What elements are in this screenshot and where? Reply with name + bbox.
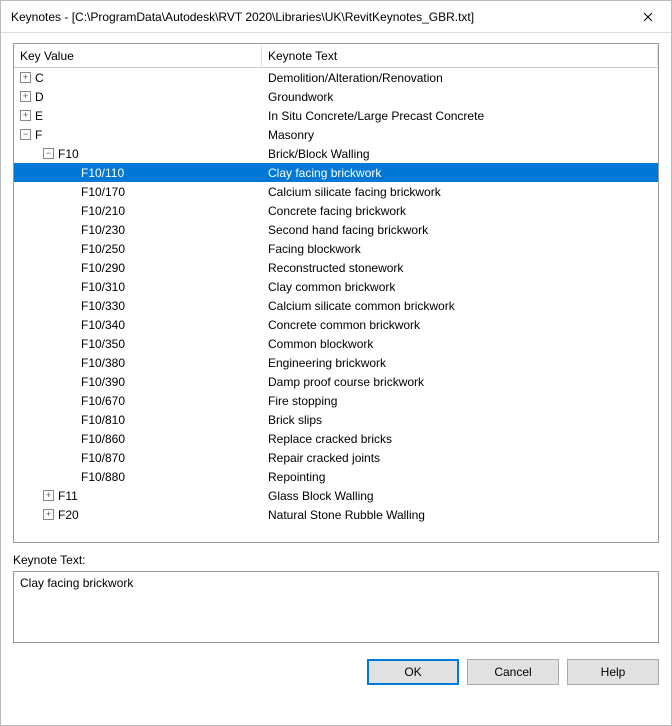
tree-key: D <box>35 90 44 104</box>
tree-row[interactable]: + F11 Glass Block Walling <box>14 486 658 505</box>
tree-key: F10/350 <box>81 337 125 351</box>
tree-text: Concrete common brickwork <box>262 318 658 332</box>
tree-row[interactable]: F10/210 Concrete facing brickwork <box>14 201 658 220</box>
tree-key: F10/170 <box>81 185 125 199</box>
tree-text: Engineering brickwork <box>262 356 658 370</box>
tree-row[interactable]: F10/350 Common blockwork <box>14 334 658 353</box>
tree-text: Demolition/Alteration/Renovation <box>262 71 658 85</box>
tree-body[interactable]: + C Demolition/Alteration/Renovation + D Grou… <box>14 68 658 542</box>
close-icon <box>643 12 653 22</box>
tree-key: F10/110 <box>81 166 124 180</box>
tree-key: F <box>35 128 42 142</box>
tree-row[interactable]: F10/880 Repointing <box>14 467 658 486</box>
tree-text: Clay facing brickwork <box>262 166 658 180</box>
expand-icon[interactable]: + <box>43 490 54 501</box>
tree-text: Glass Block Walling <box>262 489 658 503</box>
tree-text: Natural Stone Rubble Walling <box>262 508 658 522</box>
column-header-key[interactable]: Key Value <box>14 46 262 66</box>
tree-row[interactable]: F10/810 Brick slips <box>14 410 658 429</box>
tree-key: F10/290 <box>81 261 125 275</box>
tree-text: Brick slips <box>262 413 658 427</box>
tree-row[interactable]: −F10 Brick/Block Walling <box>14 144 658 163</box>
tree-text: Calcium silicate common brickwork <box>262 299 658 313</box>
expand-icon[interactable]: + <box>20 110 31 121</box>
tree-key: F10/250 <box>81 242 125 256</box>
tree-key: F10/390 <box>81 375 125 389</box>
tree-text: In Situ Concrete/Large Precast Concrete <box>262 109 658 123</box>
tree-row[interactable]: F10/110 Clay facing brickwork <box>14 163 658 182</box>
tree-text: Common blockwork <box>262 337 658 351</box>
ok-button[interactable]: OK <box>367 659 459 685</box>
collapse-icon[interactable]: − <box>43 148 54 159</box>
expand-icon[interactable]: + <box>20 91 31 102</box>
tree-text: Replace cracked bricks <box>262 432 658 446</box>
tree-key: F10/230 <box>81 223 125 237</box>
tree-row[interactable]: F10/310 Clay common brickwork <box>14 277 658 296</box>
tree-text: Concrete facing brickwork <box>262 204 658 218</box>
help-button[interactable]: Help <box>567 659 659 685</box>
tree-text: Repair cracked joints <box>262 451 658 465</box>
tree-text: Reconstructed stonework <box>262 261 658 275</box>
tree-row[interactable]: F10/290 Reconstructed stonework <box>14 258 658 277</box>
tree-row[interactable]: F10/860 Replace cracked bricks <box>14 429 658 448</box>
keynote-tree[interactable]: Key Value Keynote Text + C Demolition/Alte… <box>13 43 659 543</box>
tree-text: Damp proof course brickwork <box>262 375 658 389</box>
tree-key: F10/880 <box>81 470 125 484</box>
tree-key: F10/210 <box>81 204 125 218</box>
tree-row[interactable]: + F20 Natural Stone Rubble Walling <box>14 505 658 524</box>
tree-text: Brick/Block Walling <box>262 147 658 161</box>
tree-row[interactable]: F10/390 Damp proof course brickwork <box>14 372 658 391</box>
keynote-text-value: Clay facing brickwork <box>20 576 133 590</box>
tree-text: Calcium silicate facing brickwork <box>262 185 658 199</box>
tree-text: Second hand facing brickwork <box>262 223 658 237</box>
tree-row[interactable]: F10/670 Fire stopping <box>14 391 658 410</box>
tree-text: Groundwork <box>262 90 658 104</box>
close-button[interactable] <box>625 1 671 33</box>
column-header-text[interactable]: Keynote Text <box>262 46 658 66</box>
tree-row[interactable]: F10/250 Facing blockwork <box>14 239 658 258</box>
tree-key: F11 <box>58 489 78 503</box>
keynote-text-label: Keynote Text: <box>13 553 659 567</box>
tree-key: E <box>35 109 43 123</box>
tree-header: Key Value Keynote Text <box>14 44 658 68</box>
tree-row[interactable]: F10/870 Repair cracked joints <box>14 448 658 467</box>
collapse-icon[interactable]: − <box>20 129 31 140</box>
tree-text: Repointing <box>262 470 658 484</box>
tree-text: Facing blockwork <box>262 242 658 256</box>
keynote-text-field[interactable]: Clay facing brickwork <box>13 571 659 643</box>
tree-key: F10/670 <box>81 394 125 408</box>
tree-key: F20 <box>58 508 79 522</box>
expand-icon[interactable]: + <box>20 72 31 83</box>
tree-text: Clay common brickwork <box>262 280 658 294</box>
tree-row[interactable]: F10/380 Engineering brickwork <box>14 353 658 372</box>
tree-row[interactable]: F10/230 Second hand facing brickwork <box>14 220 658 239</box>
titlebar: Keynotes - [C:\ProgramData\Autodesk\RVT … <box>1 1 671 33</box>
expand-icon[interactable]: + <box>43 509 54 520</box>
tree-key: F10/860 <box>81 432 125 446</box>
tree-text: Fire stopping <box>262 394 658 408</box>
tree-key: F10 <box>58 147 79 161</box>
tree-row[interactable]: + D Groundwork <box>14 87 658 106</box>
tree-row[interactable]: F10/330 Calcium silicate common brickwork <box>14 296 658 315</box>
tree-key: F10/330 <box>81 299 125 313</box>
dialog-buttons: OK Cancel Help <box>13 659 659 699</box>
tree-key: F10/340 <box>81 318 125 332</box>
tree-key: F10/380 <box>81 356 125 370</box>
cancel-button[interactable]: Cancel <box>467 659 559 685</box>
tree-row[interactable]: + C Demolition/Alteration/Renovation <box>14 68 658 87</box>
tree-key: F10/870 <box>81 451 125 465</box>
tree-row[interactable]: F10/170 Calcium silicate facing brickwork <box>14 182 658 201</box>
tree-row[interactable]: + E In Situ Concrete/Large Precast Concret… <box>14 106 658 125</box>
tree-row[interactable]: −F Masonry <box>14 125 658 144</box>
tree-text: Masonry <box>262 128 658 142</box>
tree-key: F10/310 <box>81 280 125 294</box>
window-title: Keynotes - [C:\ProgramData\Autodesk\RVT … <box>11 10 625 24</box>
tree-key: F10/810 <box>81 413 125 427</box>
tree-row[interactable]: F10/340 Concrete common brickwork <box>14 315 658 334</box>
tree-key: C <box>35 71 44 85</box>
